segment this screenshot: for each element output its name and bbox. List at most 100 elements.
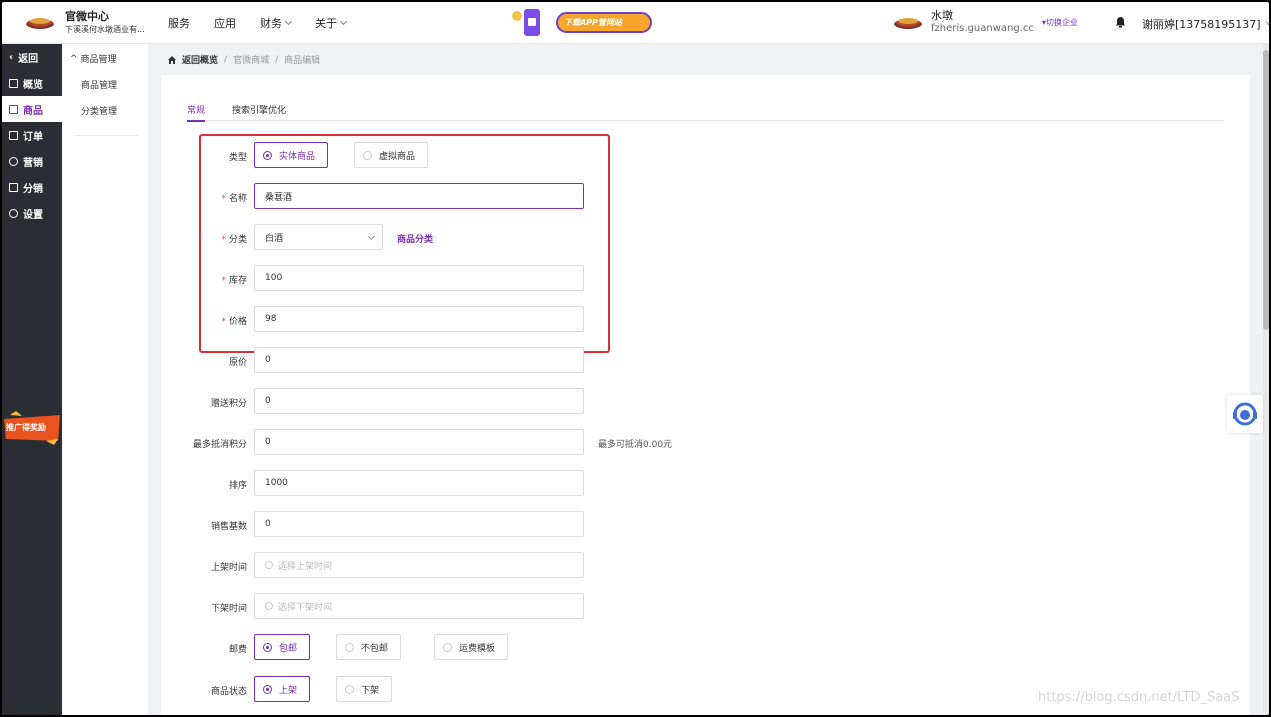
sidebar-item-marketing[interactable]: 营销 — [2, 148, 62, 174]
nav-apps[interactable]: 应用 — [214, 15, 236, 31]
sidebar-item-label: 概览 — [23, 79, 43, 91]
original-price-label: 原价 — [228, 358, 247, 368]
sub-item-product-manage[interactable]: 商品管理 — [81, 78, 117, 91]
divider — [74, 135, 138, 136]
on-shelf-time-picker[interactable]: 选择上架时间 — [254, 552, 584, 578]
breadcrumb-home[interactable]: 返回概览 — [182, 53, 218, 66]
sort-input[interactable]: 1000 — [254, 470, 584, 496]
breadcrumb-mall[interactable]: 官微商城 — [233, 53, 269, 66]
main-sidebar: ‹ 返回 概览 商品 订单 营销 分销 设置 推广得奖励 — [2, 44, 62, 715]
switch-company-button[interactable]: ▾切换企业 — [1042, 17, 1078, 28]
tab-seo[interactable]: 搜索引擎优化 — [232, 103, 286, 116]
order-icon — [9, 130, 18, 140]
max-points-hint: 最多可抵消0.00元 — [598, 440, 673, 450]
top-nav: 服务 应用 财务 关于 — [168, 15, 370, 31]
nav-services[interactable]: 服务 — [168, 15, 190, 31]
breadcrumb-separator: / — [224, 54, 228, 65]
sidebar-item-label: 返回 — [18, 53, 39, 65]
off-shelf-time-label: 下架时间 — [210, 604, 247, 614]
company-domain: fzheris.guanwang.cc — [931, 23, 1034, 34]
radio-dot — [443, 642, 452, 652]
headset-icon — [1233, 402, 1257, 426]
top-bar: 官微中心 下溪溪何水墩酒业有... 服务 应用 财务 关于 下载APP管网站 水… — [2, 2, 1269, 44]
phone-icon — [524, 9, 540, 36]
placeholder-text: 选择上架时间 — [278, 561, 333, 572]
sub-group-header[interactable]: ^ 商品管理 — [70, 52, 117, 66]
shipping-template-radio[interactable]: 运费模板 — [434, 634, 508, 660]
sidebar-item-label: 营销 — [23, 157, 43, 169]
status-off-radio[interactable]: 下架 — [336, 676, 392, 702]
sort-label: 排序 — [228, 481, 247, 491]
radio-label: 包邮 — [279, 643, 298, 654]
promo-badge[interactable]: 推广得奖励 — [2, 411, 62, 445]
marketing-icon — [9, 156, 18, 166]
distribution-icon — [9, 182, 18, 192]
sidebar-item-settings[interactable]: 设置 — [2, 200, 62, 226]
chevron-down-icon — [339, 17, 348, 26]
user-menu[interactable]: 谢丽婷[13758195137] — [1142, 16, 1269, 32]
on-shelf-time-label: 上架时间 — [210, 563, 247, 573]
radio-label: 运费模板 — [459, 643, 496, 654]
gift-points-label: 赠送积分 — [210, 399, 247, 409]
radio-label: 上架 — [279, 685, 298, 696]
max-points-label: 最多抵消积分 — [192, 440, 247, 450]
radio-dot — [345, 642, 354, 652]
nav-finance[interactable]: 财务 — [260, 15, 293, 31]
app-window: 官微中心 下溪溪何水墩酒业有... 服务 应用 财务 关于 下载APP管网站 水… — [2, 2, 1269, 715]
product-icon — [9, 104, 18, 114]
company-logo — [894, 18, 922, 29]
sales-base-label: 销售基数 — [210, 522, 247, 532]
page-scrollbar[interactable] — [1263, 44, 1269, 715]
brand-subtitle: 下溪溪何水墩酒业有... — [65, 25, 145, 34]
status-label: 商品状态 — [210, 687, 247, 697]
original-price-input[interactable]: 0 — [254, 347, 584, 373]
promo-label: 推广得奖励 — [6, 423, 46, 432]
sales-base-input[interactable]: 0 — [254, 511, 584, 537]
chevron-down-icon — [1265, 18, 1269, 27]
watermark-text: https://blog.csdn.net/LTD_SaaS — [1038, 690, 1240, 705]
shipping-free-radio[interactable]: 包邮 — [254, 634, 310, 660]
user-name: 谢丽婷[13758195137] — [1142, 18, 1261, 31]
bell-icon[interactable] — [1115, 16, 1126, 28]
brand-title: 官微中心 — [65, 10, 109, 23]
tab-bar: 常规 搜索引擎优化 — [187, 103, 1224, 122]
sidebar-item-overview[interactable]: 概览 — [2, 70, 62, 96]
sidebar-item-label: 商品 — [23, 105, 43, 117]
radio-dot — [345, 684, 354, 694]
sidebar-item-label: 分销 — [23, 183, 43, 195]
clock-icon — [265, 561, 273, 569]
sidebar-item-label: 订单 — [23, 131, 43, 143]
status-on-radio[interactable]: 上架 — [254, 676, 310, 702]
banner-label: 下载APP管网站 — [556, 12, 652, 33]
sidebar-item-orders[interactable]: 订单 — [2, 122, 62, 148]
sidebar-item-back[interactable]: ‹ 返回 — [2, 44, 62, 70]
sub-group-label: 商品管理 — [80, 55, 117, 65]
brand-logo[interactable] — [24, 12, 56, 34]
scrollbar-thumb[interactable] — [1263, 50, 1269, 330]
gift-points-input[interactable]: 0 — [254, 388, 584, 414]
tab-general[interactable]: 常规 — [187, 103, 206, 122]
star-icon — [512, 11, 522, 21]
sidebar-item-distribution[interactable]: 分销 — [2, 174, 62, 200]
customer-service-button[interactable] — [1227, 395, 1263, 433]
radio-label: 下架 — [361, 685, 380, 696]
sidebar-item-products[interactable]: 商品 — [2, 96, 62, 122]
nav-label: 关于 — [315, 17, 337, 30]
sub-item-category-manage[interactable]: 分类管理 — [81, 104, 117, 117]
breadcrumb-current: 商品编辑 — [284, 56, 321, 66]
nav-label: 服务 — [168, 17, 190, 30]
radio-label: 不包邮 — [361, 643, 389, 654]
shipping-paid-radio[interactable]: 不包邮 — [336, 634, 401, 660]
nav-label: 财务 — [260, 17, 282, 30]
download-app-banner[interactable]: 下载APP管网站 — [510, 8, 656, 38]
nav-label: 应用 — [214, 17, 236, 30]
nav-about[interactable]: 关于 — [315, 15, 348, 31]
breadcrumb-separator: / — [275, 54, 279, 65]
chevron-left-icon: ‹ — [9, 51, 14, 63]
off-shelf-time-picker[interactable]: 选择下架时间 — [254, 593, 584, 619]
max-points-input[interactable]: 0 — [254, 429, 584, 455]
sidebar-item-label: 设置 — [23, 209, 43, 221]
breadcrumb: 返回概览 / 官微商城 / 商品编辑 — [168, 53, 320, 66]
placeholder-text: 选择下架时间 — [278, 602, 333, 613]
company-name: 水墩 — [931, 9, 953, 22]
